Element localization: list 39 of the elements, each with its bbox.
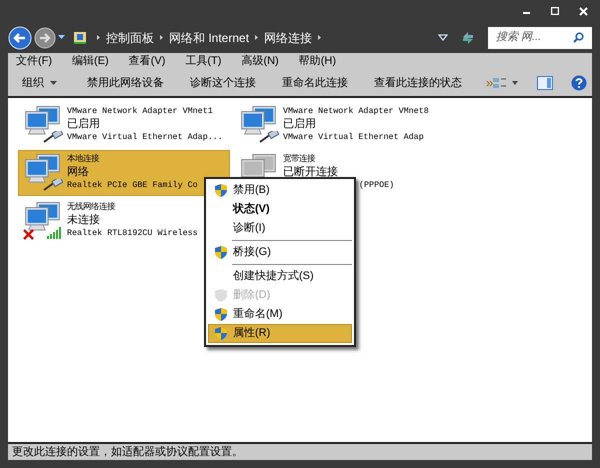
menu-item[interactable]: 查看(V) <box>128 53 166 70</box>
search-field[interactable]: 搜索 网... <box>488 26 592 48</box>
menu-item[interactable]: 文件(F) <box>16 53 52 70</box>
device-name: Realtek RTL8192CU Wireless <box>67 227 198 240</box>
connection-status: 网络 <box>67 166 89 179</box>
connection-name: VMware Network Adapter VMnet1 <box>67 105 213 118</box>
connection-name: 宽带连接 <box>283 153 315 166</box>
breadcrumb-item[interactable]: 网络连接 <box>264 28 312 46</box>
connection-status: 已启用 <box>67 118 100 131</box>
connection-name: 无线网络连接 <box>67 201 115 214</box>
connection-status: 已启用 <box>283 118 316 131</box>
menu-item[interactable]: 属性(R) <box>208 324 352 343</box>
menu-item[interactable]: 工具(T) <box>185 53 222 70</box>
breadcrumb-item[interactable]: 控制面板 <box>106 28 154 46</box>
connection-item[interactable]: 本地连接 网络 Realtek PCIe GBE Family Co <box>18 150 230 196</box>
menu-item[interactable]: 帮助(H) <box>298 53 336 70</box>
connection-item[interactable]: VMware Network Adapter VMnet8 已启用 VMware Virtual Ethernet Adap <box>234 102 446 148</box>
breadcrumb-item[interactable]: 网络和 Internet <box>169 28 250 46</box>
menu-item[interactable]: 创建快捷方式(S) <box>208 267 352 286</box>
device-name: VMware Virtual Ethernet Adap... <box>67 131 223 144</box>
connection-item[interactable]: VMware Network Adapter VMnet1 已启用 VMware Virtual Ethernet Adap... <box>18 102 230 148</box>
menu-item[interactable]: 编辑(E) <box>72 53 109 70</box>
menu-item[interactable]: 重命名(M) <box>208 305 352 324</box>
connection-name: 本地连接 <box>67 153 99 166</box>
menu-item[interactable]: 高级(N) <box>241 53 279 70</box>
toolbar-button[interactable]: 查看此连接的状态 <box>374 74 462 92</box>
toolbar-button[interactable]: 禁用此网络设备 <box>87 74 164 92</box>
status-text: 更改此连接的设置，如适配器或协议配置设置。 <box>12 444 243 460</box>
toolbar-button[interactable]: 重命名此连接 <box>282 74 348 92</box>
device-name: Realtek PCIe GBE Family Co <box>67 179 198 192</box>
device-name: VMware Virtual Ethernet Adap <box>283 131 424 144</box>
search-placeholder: 搜索 网... <box>496 30 542 46</box>
connection-name: VMware Network Adapter VMnet8 <box>283 105 429 118</box>
toolbar-button[interactable]: 诊断这个连接 <box>190 74 256 92</box>
device-name: (PPPOE) <box>359 179 394 192</box>
menu-item[interactable]: 桥接(G) <box>208 243 352 262</box>
connection-status: 已断开连接 <box>283 166 338 179</box>
organize-button[interactable]: 组织 <box>22 74 57 92</box>
connection-status: 未连接 <box>67 214 100 227</box>
